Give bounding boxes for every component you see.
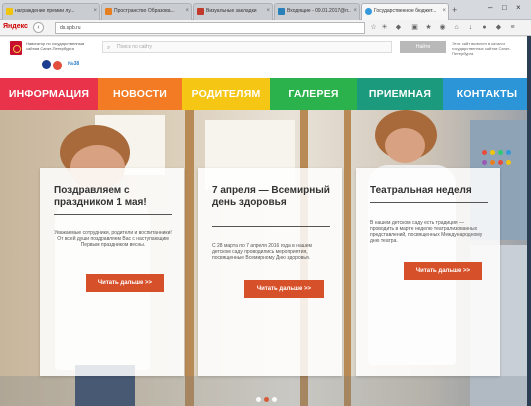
slider-dot-2-active[interactable]: [264, 397, 269, 402]
window-frame-edge: [527, 36, 531, 406]
photo-abacus-bead: [482, 160, 487, 165]
search-icon: ⌕: [107, 45, 111, 51]
tab-label: Государственное бюджет...: [374, 8, 437, 14]
read-more-button[interactable]: Читать дальше >>: [404, 262, 482, 280]
protect-icon[interactable]: ◆: [494, 23, 503, 32]
photo-abacus-bead: [506, 160, 511, 165]
tab-label: Пространство Образова...: [114, 8, 175, 14]
slider-dot-3[interactable]: [272, 397, 277, 402]
card-title[interactable]: 7 апреля — Всемирный день здоровья: [212, 185, 332, 209]
close-icon[interactable]: ×: [185, 4, 189, 19]
mail-icon: [278, 8, 285, 15]
photo-easel-leg: [185, 110, 194, 406]
site-icon: [365, 8, 372, 15]
window-close-icon[interactable]: ×: [516, 3, 521, 12]
back-icon[interactable]: ‹: [33, 22, 44, 33]
close-icon[interactable]: ×: [266, 4, 270, 19]
tab-1[interactable]: награждение премии лу... ×: [2, 3, 100, 20]
tab-4[interactable]: Входящие - 09.01.2017@п... ×: [274, 3, 360, 20]
photo-abacus-bead: [490, 160, 495, 165]
news-card-may-holiday: Поздравляем с праздником 1 мая! Уважаемы…: [40, 168, 184, 376]
maximize-icon[interactable]: □: [502, 3, 507, 12]
read-more-button[interactable]: Читать дальше >>: [244, 280, 324, 298]
photo-child-face: [385, 128, 425, 163]
menu-item-info[interactable]: ИНФОРМАЦИЯ: [0, 78, 98, 110]
tab-2[interactable]: Пространство Образова... ×: [101, 3, 192, 20]
photo-abacus-bead: [490, 150, 495, 155]
find-button[interactable]: Найти: [400, 41, 446, 53]
card-title[interactable]: Театральная неделя: [370, 185, 490, 197]
red-tab-icon: [105, 8, 112, 15]
card-text: С 28 марта по 7 апреля 2016 года в нашем…: [212, 243, 312, 261]
tab-label: награждение премии лу...: [15, 8, 75, 14]
hero-slider: Поздравляем с праздником 1 мая! Уважаемы…: [0, 110, 531, 406]
yellow-tab-icon: [6, 8, 13, 15]
spb-emblem-icon[interactable]: [10, 41, 22, 55]
photo-abacus-bead: [506, 150, 511, 155]
menu-item-contacts[interactable]: КОНТАКТЫ: [443, 78, 531, 110]
menu-icon[interactable]: ≡: [508, 23, 517, 32]
extension-icon[interactable]: ◉: [438, 23, 447, 32]
menu-item-reception[interactable]: ПРИЕМНАЯ: [357, 78, 443, 110]
url-text: ds.spb.ru: [60, 25, 81, 31]
site-header: Навигатор по государственным сайтам Санк…: [0, 37, 531, 78]
card-text: В нашем детском саду есть традиция — про…: [370, 220, 483, 244]
photo-abacus-bead: [498, 160, 503, 165]
kindergarten-number: №38: [68, 61, 80, 67]
close-icon[interactable]: ×: [353, 4, 357, 19]
browser-window: награждение премии лу... × Пространство …: [0, 0, 531, 406]
weather-icon[interactable]: ☀: [380, 23, 389, 32]
sync-icon[interactable]: ●: [480, 23, 489, 32]
share-icon[interactable]: ◆: [394, 23, 403, 32]
slider-pagination: [256, 397, 286, 403]
main-menu: ИНФОРМАЦИЯ НОВОСТИ РОДИТЕЛЯМ ГАЛЕРЕЯ ПРИ…: [0, 78, 531, 110]
bookmarks-icon: [197, 8, 204, 15]
slider-dot-1[interactable]: [256, 397, 261, 402]
card-divider: [370, 202, 488, 203]
bookmarks-star-icon[interactable]: ★: [424, 23, 433, 32]
star-icon[interactable]: ☆: [369, 23, 378, 32]
portal-navigator-link[interactable]: Навигатор по государственным сайтам Санк…: [26, 41, 86, 51]
kindergarten-logo[interactable]: [42, 58, 64, 72]
tab-bar: награждение премии лу... × Пространство …: [0, 0, 531, 20]
card-title[interactable]: Поздравляем с праздником 1 мая!: [54, 185, 174, 209]
yandex-disk-icon[interactable]: ▣: [410, 23, 419, 32]
downloads-icon[interactable]: ↓: [466, 23, 475, 32]
official-catalog-note[interactable]: Этот сайт включен в каталог государствен…: [452, 41, 524, 56]
tab-label: Визуальные закладки: [206, 8, 257, 14]
minimize-icon[interactable]: –: [488, 3, 492, 12]
close-icon[interactable]: ×: [93, 4, 97, 19]
menu-item-parents[interactable]: РОДИТЕЛЯМ: [182, 78, 270, 110]
read-more-button[interactable]: Читать дальше >>: [86, 274, 164, 292]
close-icon[interactable]: ×: [442, 4, 446, 19]
menu-item-gallery[interactable]: ГАЛЕРЕЯ: [270, 78, 357, 110]
menu-item-news[interactable]: НОВОСТИ: [98, 78, 182, 110]
yandex-logo[interactable]: Яндекс: [3, 23, 28, 30]
news-card-theatre-week: Театральная неделя В нашем детском саду …: [356, 168, 500, 376]
card-divider: [212, 226, 330, 227]
search-placeholder: Поиск по сайту: [117, 44, 153, 50]
home-icon[interactable]: ⌂: [452, 23, 461, 32]
photo-abacus-bead: [498, 150, 503, 155]
site-search-input[interactable]: ⌕ Поиск по сайту: [102, 41, 392, 53]
tab-3[interactable]: Визуальные закладки ×: [193, 3, 273, 20]
photo-abacus-bead: [482, 150, 487, 155]
new-tab-icon[interactable]: +: [452, 5, 457, 15]
card-divider: [54, 214, 172, 215]
tab-label: Входящие - 09.01.2017@п...: [287, 8, 351, 14]
tab-5-active[interactable]: Государственное бюджет... ×: [361, 3, 449, 20]
card-text: Уважаемые сотрудники, родители и воспита…: [54, 230, 172, 248]
news-card-health-day: 7 апреля — Всемирный день здоровья С 28 …: [198, 168, 342, 376]
browser-toolbar: Яндекс ‹ ds.spb.ru ☆ ☀ ◆ ▣ ★ ◉ ⌂ ↓ ● ◆ ≡: [0, 20, 531, 36]
address-bar[interactable]: ds.spb.ru: [55, 22, 365, 34]
photo-easel-leg: [344, 110, 351, 406]
